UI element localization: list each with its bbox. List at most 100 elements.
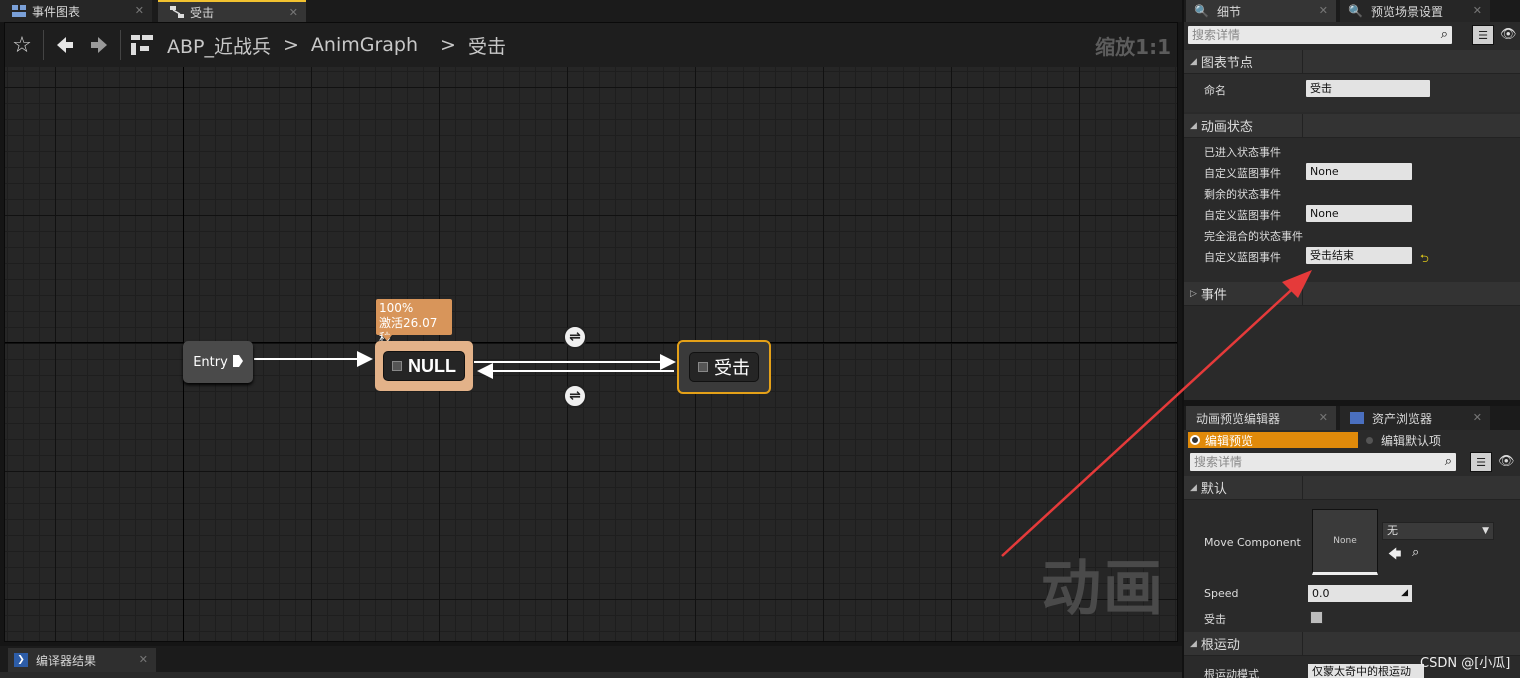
tab-hit-label: 受击 [190,5,215,20]
preview-search-input[interactable]: 搜索详情 ⌕ [1190,453,1456,471]
move-component-label: Move Component [1204,536,1301,549]
tab-event-graph-label: 事件图表 [32,4,81,19]
magnifier-icon: 🔍 [1348,4,1363,18]
name-label: 命名 [1204,84,1226,97]
compiler-results-strip [0,672,1182,678]
custom-event-label: 自定义蓝图事件 [1204,209,1281,222]
details-tab-bar: 🔍 细节 ✕ 🔍 预览场景设置 ✕ [1184,0,1520,22]
tab-preview-label: 预览场景设置 [1370,4,1443,19]
category-graph-node[interactable]: ◢ 图表节点 [1184,50,1520,74]
tab-preview-scene-settings[interactable]: 🔍 预览场景设置 ✕ [1340,0,1490,22]
tab-compiler-results-label: 编译器结果 [36,653,97,668]
combo-value: 无 [1387,524,1398,537]
edit-defaults-radio[interactable]: 编辑默认项 [1366,432,1441,449]
category-anim-state[interactable]: ◢ 动画状态 [1184,114,1520,138]
hit-bool-label: 受击 [1204,613,1226,626]
tab-asset-browser-label: 资产浏览器 [1372,411,1433,426]
category-anim-state-label: 动画状态 [1200,120,1253,135]
root-motion-mode-label: 根运动模式 [1204,668,1259,678]
move-component-combo[interactable]: 无 ▼ [1382,522,1494,540]
edit-preview-radio[interactable]: 编辑预览 [1188,432,1358,448]
search-icon: ⌕ [1440,27,1448,42]
close-icon[interactable]: ✕ [135,4,144,17]
transition-rule-icon[interactable]: ⇌ [563,384,587,408]
view-options-list-icon[interactable]: ☰ [1470,452,1492,472]
state-icon [392,361,402,371]
root-motion-mode-combo[interactable]: 仅蒙太奇中的根运动 [1308,664,1424,678]
state-node-body: 受击 [689,352,759,382]
tab-anim-preview-editor[interactable]: 动画预览编辑器 ✕ [1186,406,1336,430]
speed-label: Speed [1204,587,1239,600]
entry-node-label: Entry [193,354,228,370]
tab-event-graph[interactable]: 事件图表 ✕ [0,0,152,22]
fully-blended-custom-event-input[interactable]: 受击结束 [1306,247,1412,264]
state-node-hit[interactable]: 受击 [677,340,771,394]
radio-unselected-icon [1366,437,1373,444]
category-default[interactable]: ◢ 默认 [1184,476,1520,500]
column-divider [1302,476,1303,499]
close-icon[interactable]: ✕ [139,653,148,666]
asset-browser-icon [1350,412,1364,424]
anim-graph-canvas[interactable]: ☆ ABP_近战兵 > AnimGraph > 受击 缩放1:1 Entry 1… [4,22,1178,642]
transition-wires [254,351,676,379]
column-divider [1302,282,1303,305]
category-default-label: 默认 [1200,482,1227,497]
collapse-triangle-icon: ◢ [1190,638,1197,649]
expand-triangle-icon: ▷ [1190,288,1197,299]
close-icon[interactable]: ✕ [1473,4,1482,17]
view-options-list-icon[interactable]: ☰ [1472,25,1494,45]
category-events-label: 事件 [1200,288,1227,303]
custom-event-label: 自定义蓝图事件 [1204,167,1281,180]
document-tab-bar: 事件图表 ✕ 受击 ✕ [0,0,1182,22]
asset-thumbnail[interactable]: None [1312,509,1378,575]
magnifier-icon: 🔍 [1194,4,1209,18]
speed-input[interactable]: 0.0 ◢ [1308,585,1412,602]
column-divider [1302,632,1303,655]
state-debug-bubble: 100% 激活26.07秒 [376,299,452,345]
state-node-null[interactable]: NULL [375,341,473,391]
close-icon[interactable]: ✕ [1319,411,1328,424]
chevron-down-icon: ▼ [1482,526,1489,536]
close-icon[interactable]: ✕ [1319,4,1328,17]
close-icon[interactable]: ✕ [1473,411,1482,424]
visibility-eye-icon[interactable]: 👁 [1498,454,1515,469]
name-input[interactable]: 受击 [1306,80,1430,97]
column-divider [1302,50,1303,73]
state-node-body: NULL [383,351,465,381]
drag-grip-icon[interactable]: ◢ [1401,585,1408,602]
visibility-eye-icon[interactable]: 👁 [1500,27,1517,42]
compiler-log-icon: ❯ [14,653,28,667]
category-graph-node-label: 图表节点 [1200,56,1253,71]
reset-to-default-icon[interactable]: ⮌ [1420,250,1429,269]
collapse-triangle-icon: ◢ [1190,56,1197,67]
browse-magnifier-icon[interactable]: ⌕ [1412,545,1419,560]
tab-anim-preview-label: 动画预览编辑器 [1196,411,1281,426]
transition-rule-icon[interactable]: ⇌ [563,325,587,349]
state-weight-text: 100% [379,301,414,315]
tab-details-label: 细节 [1216,4,1241,19]
details-panel: 🔍 细节 ✕ 🔍 预览场景设置 ✕ 搜索详情 ⌕ ☰ 👁 ◢ 图表节点 命名 受… [1182,0,1520,678]
left-custom-event-input[interactable]: None [1306,205,1412,222]
entered-state-event-label: 已进入状态事件 [1204,146,1281,159]
use-selected-arrow-icon[interactable]: 🡄 [1388,545,1401,567]
entered-custom-event-input[interactable]: None [1306,163,1412,180]
edit-preview-label: 编辑预览 [1205,433,1254,448]
tab-compiler-results[interactable]: ❯ 编译器结果 ✕ [8,648,156,672]
fully-blended-event-label: 完全混合的状态事件 [1204,230,1303,243]
event-graph-icon [12,5,26,17]
exec-pin-icon[interactable] [232,354,243,370]
tab-details[interactable]: 🔍 细节 ✕ [1186,0,1336,22]
source-watermark: CSDN @[小瓜] [1420,656,1511,671]
close-icon[interactable]: ✕ [289,6,298,19]
details-search-input[interactable]: 搜索详情 ⌕ [1188,26,1452,44]
speed-value: 0.0 [1312,587,1330,600]
graph-type-watermark: 动画 [1041,554,1165,624]
tab-asset-browser[interactable]: 资产浏览器 ✕ [1340,406,1490,430]
custom-event-label: 自定义蓝图事件 [1204,251,1281,264]
collapse-triangle-icon: ◢ [1190,482,1197,493]
hit-checkbox[interactable] [1310,611,1323,624]
entry-node[interactable]: Entry [183,341,253,383]
category-events[interactable]: ▷ 事件 [1184,282,1520,306]
tab-hit-state[interactable]: 受击 ✕ [158,0,306,22]
category-root-motion-label: 根运动 [1200,638,1240,653]
